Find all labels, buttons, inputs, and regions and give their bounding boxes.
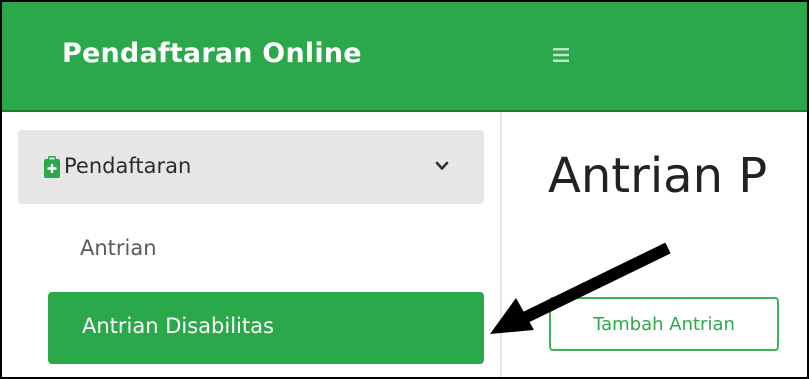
sidebar-item-antrian[interactable]: Antrian (80, 236, 157, 260)
clipboard-plus-icon (44, 156, 60, 178)
top-navbar: Pendaftaran Online (2, 2, 807, 112)
brand-title[interactable]: Pendaftaran Online (62, 38, 362, 69)
hamburger-icon (553, 48, 569, 62)
sidebar-group-label: Pendaftaran (64, 154, 192, 178)
sidebar-item-antrian-disabilitas[interactable]: Antrian Disabilitas (48, 292, 484, 364)
sidebar: Pendaftaran Antrian Antrian Disabilitas (2, 112, 502, 377)
menu-toggle-button[interactable] (546, 40, 576, 70)
sidebar-item-label: Antrian (80, 236, 157, 260)
add-queue-button[interactable]: Tambah Antrian (549, 297, 779, 351)
page-title: Antrian P (548, 148, 768, 204)
brand: Pendaftaran Online (2, 2, 500, 110)
app-window: Pendaftaran Online Pendaftaran Antrian A… (0, 0, 809, 379)
chevron-down-icon (435, 161, 449, 170)
sidebar-item-label: Antrian Disabilitas (82, 314, 274, 338)
sidebar-group-pendaftaran[interactable]: Pendaftaran (18, 130, 484, 204)
